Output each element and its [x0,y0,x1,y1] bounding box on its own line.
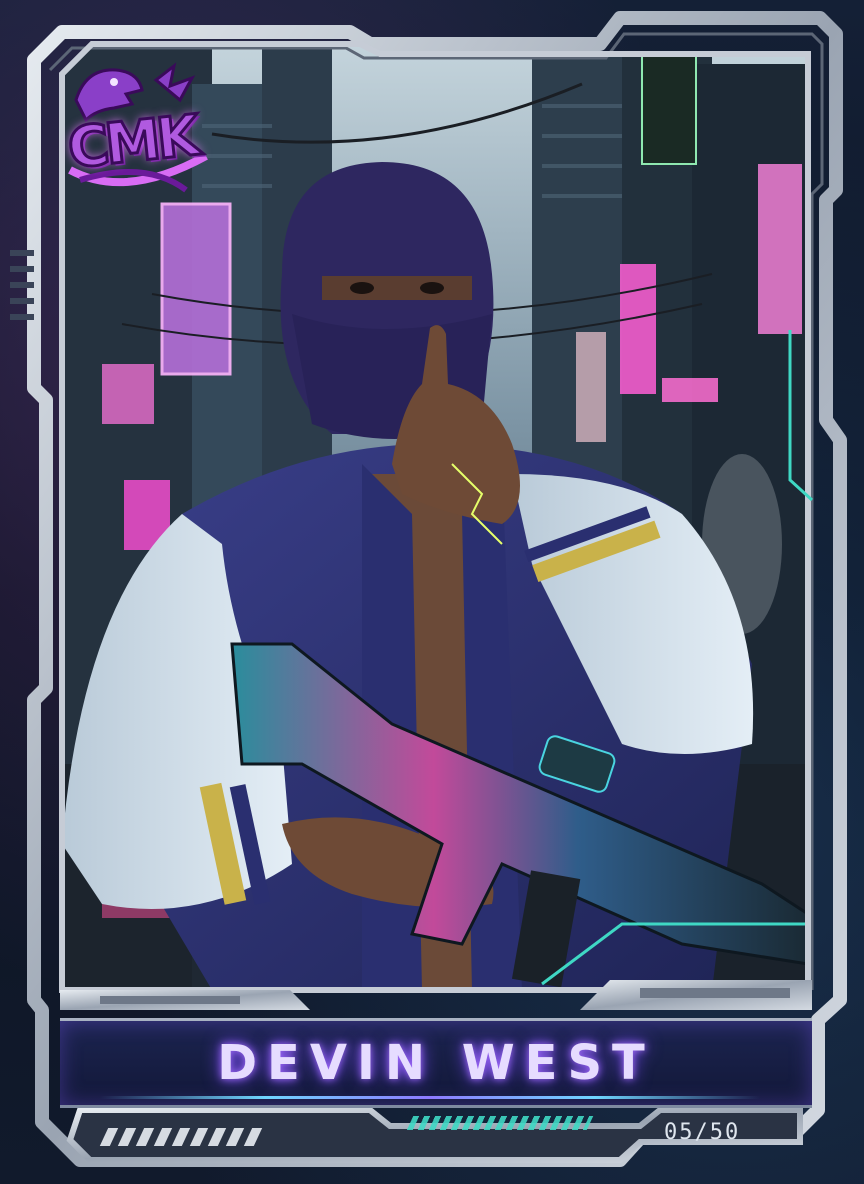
decorative-teal-bar [406,1116,594,1130]
name-plate: DEVIN WEST [60,1018,812,1108]
trading-card: CMK DEVIN WEST 05/50 [0,0,864,1184]
serial-number: 05/50 [664,1120,741,1145]
player-name: DEVIN WEST [217,1035,655,1091]
logo-text: CMK [63,102,200,183]
cmk-logo: CMK [56,60,216,200]
name-underline [100,1096,760,1099]
decorative-stripes [99,1128,263,1146]
